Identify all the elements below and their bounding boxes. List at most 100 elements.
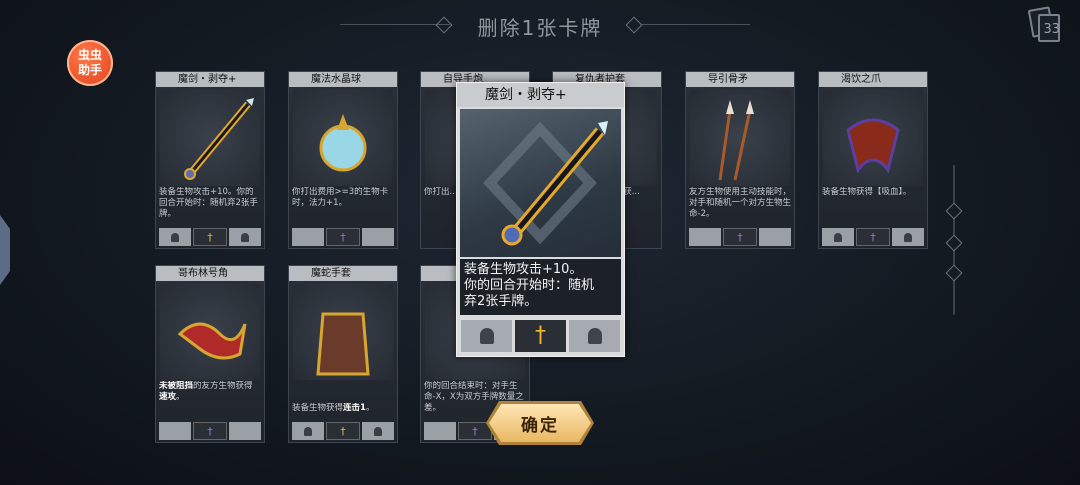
side-dot-1 — [945, 202, 963, 220]
card-goblin-horn[interactable]: 2 哥布林号角 未被阻挡的友方生物获得速攻。 † — [155, 265, 265, 443]
left-drawer-tab[interactable] — [0, 215, 10, 285]
slot-middle: † — [193, 228, 227, 246]
card-bone-spear[interactable]: 2 导引骨矛 友方生物使用主动技能时，对手和随机一个对方生物生命-2。 † — [685, 71, 795, 249]
keyword-combo: 连击1 — [343, 403, 366, 413]
slot-middle: † — [326, 228, 360, 246]
dagger-icon: † — [207, 230, 213, 244]
card-art-spear — [690, 90, 790, 186]
card-description: 友方生物使用主动技能时，对手和随机一个对方生物生命-2。 — [689, 187, 791, 219]
card-title: 导引骨矛 — [686, 72, 794, 87]
slot-right — [759, 228, 791, 246]
slot-right — [229, 228, 261, 246]
keyword-unblocked: 未被阻挡 — [159, 381, 194, 391]
card-description: 未被阻挡的友方生物获得速攻。 — [159, 381, 261, 423]
gauntlet-art — [316, 312, 370, 376]
dagger-icon: † — [340, 424, 346, 438]
slot-middle: † — [856, 228, 890, 246]
sword-art — [184, 98, 254, 180]
popup-slots: † — [461, 320, 620, 352]
card-detail-popup[interactable]: 0 魔剑・剥夺+ 装备生物攻击+10。 你的回合开始时：随机 弃2张手牌。 † — [456, 82, 625, 357]
slot-left — [822, 228, 854, 246]
card-title: 渴饮之爪 — [819, 72, 927, 87]
helmet-icon — [171, 232, 179, 242]
helmet-icon — [241, 232, 249, 242]
helmet-icon — [304, 426, 312, 436]
slot-left — [159, 422, 191, 440]
page-title: 删除1张卡牌 — [477, 16, 603, 40]
slot-left — [292, 422, 324, 440]
slot-middle: † — [723, 228, 757, 246]
horn-art — [177, 322, 247, 360]
card-magic-sword[interactable]: 0 魔剑・剥夺+ 装备生物攻击+10。你的回合开始时：随机弃2张手牌。 † — [155, 71, 265, 249]
slot-left — [424, 422, 456, 440]
slot-left — [159, 228, 191, 246]
helper-label-2: 助手 — [77, 63, 102, 77]
slot-middle: † — [326, 422, 360, 440]
spear-art — [718, 100, 754, 181]
card-title: 魔蛇手套 — [289, 266, 397, 281]
card-crystal-ball[interactable]: 1 魔法水晶球 你打出费用>=3的生物卡时，法力+1。 † — [288, 71, 398, 249]
side-dot-2 — [945, 234, 963, 252]
card-slots: † — [689, 228, 791, 246]
slot-right — [362, 422, 394, 440]
claw-art — [846, 118, 900, 174]
helper-badge[interactable]: 虫虫 助手 — [67, 40, 113, 86]
popup-slot-right — [569, 320, 620, 352]
card-slots: † — [159, 228, 261, 246]
helmet-icon — [587, 328, 602, 344]
slot-right — [229, 422, 261, 440]
card-art-gauntlet — [293, 284, 393, 380]
helmet-icon — [479, 328, 494, 344]
popup-description: 装备生物攻击+10。 你的回合开始时：随机 弃2张手牌。 — [460, 259, 621, 315]
dagger-icon: † — [737, 230, 743, 244]
slot-middle: † — [458, 422, 492, 440]
helper-label-1: 虫虫 — [77, 48, 102, 62]
card-slots: † — [822, 228, 924, 246]
dagger-icon: † — [535, 323, 546, 348]
slot-left — [689, 228, 721, 246]
popup-desc-line-2: 你的回合开始时：随机 — [464, 278, 595, 293]
deck-count: 33 — [1043, 22, 1060, 37]
slot-right — [362, 228, 394, 246]
slot-right — [892, 228, 924, 246]
desc-end: 。 — [365, 403, 375, 413]
card-thirst-claw[interactable]: 2 渴饮之爪 装备生物获得【吸血】。 † — [818, 71, 928, 249]
sword-art-large — [483, 121, 608, 246]
helmet-icon — [834, 232, 842, 242]
side-dot-3 — [945, 264, 963, 282]
card-title: 哥布林号角 — [156, 266, 264, 281]
desc-end: 。 — [176, 392, 185, 402]
dagger-icon: † — [472, 424, 478, 438]
card-art-horn — [160, 284, 260, 380]
keyword-haste: 速攻 — [159, 392, 177, 402]
card-slots: † — [292, 422, 394, 440]
crystal-ball-art — [319, 114, 367, 172]
card-slots: † — [292, 228, 394, 246]
popup-slot-middle: † — [515, 320, 566, 352]
popup-desc-line-1: 装备生物攻击+10。 — [464, 262, 583, 277]
popup-slot-left — [461, 320, 512, 352]
desc-text: 装备生物获得 — [292, 403, 344, 413]
helmet-icon — [374, 426, 382, 436]
card-description: 装备生物获得【吸血】。 — [822, 187, 912, 197]
slot-left — [292, 228, 324, 246]
card-title: 魔法水晶球 — [289, 72, 397, 87]
confirm-button[interactable]: 确定 — [489, 404, 591, 442]
header-line-right — [640, 24, 750, 25]
dagger-icon: † — [340, 230, 346, 244]
dagger-icon: † — [870, 230, 876, 244]
card-description: 装备生物攻击+10。你的回合开始时：随机弃2张手牌。 — [159, 187, 258, 219]
desc-text: 的友方生物获得 — [193, 381, 253, 391]
card-art-sword — [160, 90, 260, 186]
popup-desc-line-3: 弃2张手牌。 — [464, 294, 538, 309]
card-title: 魔剑・剥夺+ — [156, 72, 264, 87]
card-snake-gauntlet[interactable]: 2 魔蛇手套 装备生物获得连击1。 † — [288, 265, 398, 443]
slot-middle: † — [193, 422, 227, 440]
card-description: 你打出费用>=3的生物卡时，法力+1。 — [292, 187, 389, 208]
popup-title: 魔剑・剥夺+ — [457, 83, 624, 107]
card-art-claw — [823, 90, 923, 186]
card-slots: † — [159, 422, 261, 440]
card-art-crystal-ball — [293, 90, 393, 186]
popup-art-sword — [460, 109, 621, 257]
dagger-icon: † — [207, 424, 213, 438]
